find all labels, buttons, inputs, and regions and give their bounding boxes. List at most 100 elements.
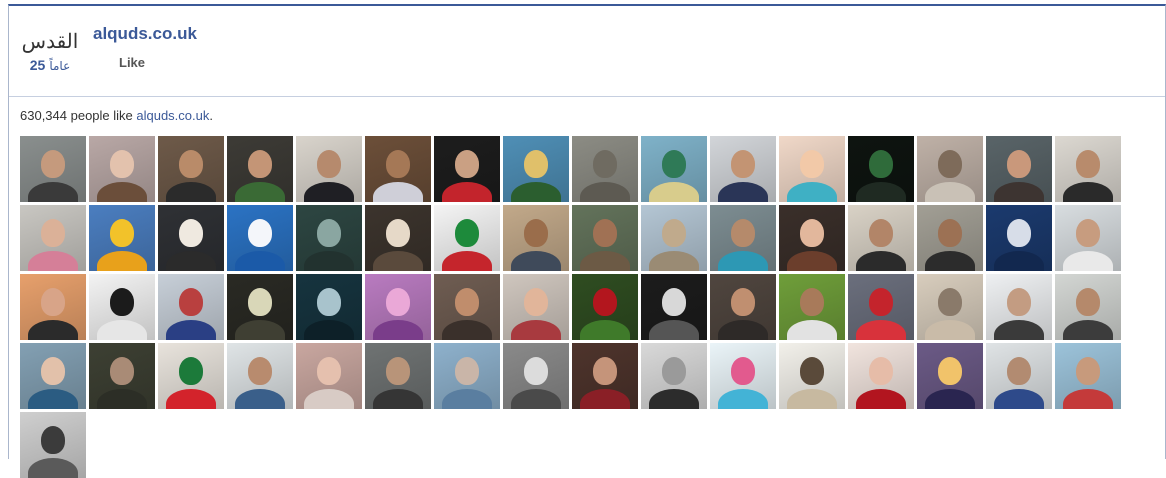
avatar-figure-head [731,219,755,247]
fan-avatar[interactable] [1055,205,1121,271]
fan-avatar[interactable] [296,343,362,409]
avatar-figure-head [248,357,272,385]
fan-avatar[interactable] [227,343,293,409]
fan-avatar[interactable] [434,343,500,409]
fan-avatar[interactable] [917,343,983,409]
like-box-widget: القدس 25 عاماً alquds.co.uk Like 630,344 … [8,4,1166,478]
fan-avatar[interactable] [986,136,1052,202]
fan-avatar[interactable] [710,343,776,409]
fan-avatar[interactable] [434,205,500,271]
avatar-figure-head [455,288,479,316]
fan-avatar[interactable] [779,343,845,409]
avatar-figure-head [317,150,341,178]
fan-avatar[interactable] [227,205,293,271]
fan-avatar[interactable] [158,205,224,271]
fan-avatar[interactable] [572,343,638,409]
fan-avatar[interactable] [20,412,86,478]
avatar-figure-head [869,288,893,316]
fan-avatar[interactable] [20,205,86,271]
avatar-figure-head [455,219,479,247]
avatar-figure-head [938,219,962,247]
fan-avatar[interactable] [296,136,362,202]
fan-avatar[interactable] [89,136,155,202]
avatar-figure-head [1007,219,1031,247]
fan-avatar[interactable] [158,136,224,202]
fan-avatar[interactable] [503,343,569,409]
fan-avatar[interactable] [1055,343,1121,409]
fan-avatar[interactable] [365,274,431,340]
fan-avatar[interactable] [1055,274,1121,340]
fan-avatar[interactable] [848,343,914,409]
fan-avatar[interactable] [779,136,845,202]
fan-avatar[interactable] [434,274,500,340]
fan-avatar[interactable] [779,205,845,271]
fan-avatar[interactable] [986,343,1052,409]
avatar-figure-head [800,150,824,178]
fan-avatar[interactable] [503,205,569,271]
avatar-figure-head [41,357,65,385]
fan-avatar[interactable] [158,343,224,409]
logo-word: عاماً [49,59,71,73]
fan-avatar[interactable] [917,205,983,271]
fan-avatar[interactable] [1055,136,1121,202]
avatar-figure-head [179,288,203,316]
fan-avatar[interactable] [641,136,707,202]
fan-avatar[interactable] [365,343,431,409]
like-button[interactable]: Like [119,55,145,70]
avatar-figure-head [731,150,755,178]
avatar-figure-head [593,219,617,247]
fan-avatar[interactable] [572,205,638,271]
avatar-figure-head [869,219,893,247]
fan-avatar[interactable] [296,274,362,340]
avatar-figure-head [662,219,686,247]
fan-avatar[interactable] [848,136,914,202]
avatar-figure-head [110,288,134,316]
fan-avatar[interactable] [917,136,983,202]
fan-avatar[interactable] [503,274,569,340]
fan-avatar[interactable] [641,343,707,409]
avatar-figure-head [179,219,203,247]
fan-avatar[interactable] [227,274,293,340]
fan-avatar[interactable] [848,205,914,271]
fan-avatar[interactable] [20,274,86,340]
fan-avatar[interactable] [296,205,362,271]
fan-avatar[interactable] [89,205,155,271]
fan-avatar[interactable] [641,274,707,340]
fan-avatar[interactable] [158,274,224,340]
avatar-figure-head [179,150,203,178]
fan-avatar[interactable] [710,274,776,340]
fan-avatar[interactable] [503,136,569,202]
avatar-figure-head [662,357,686,385]
fan-avatar[interactable] [20,136,86,202]
page-logo[interactable]: القدس 25 عاماً [21,28,80,80]
avatar-figure-head [41,219,65,247]
avatar-figure-head [386,219,410,247]
fan-avatar[interactable] [986,205,1052,271]
like-count-line: 630,344 people like alquds.co.uk. [20,108,213,123]
fan-avatar[interactable] [779,274,845,340]
fan-avatar[interactable] [365,205,431,271]
avatar-figure-head [731,288,755,316]
fan-avatar[interactable] [710,205,776,271]
fan-avatar[interactable] [365,136,431,202]
avatar-figure-head [110,150,134,178]
fan-avatar[interactable] [572,136,638,202]
fan-avatar[interactable] [710,136,776,202]
fan-avatar[interactable] [641,205,707,271]
fan-avatar[interactable] [89,274,155,340]
fan-avatar[interactable] [848,274,914,340]
avatar-figure-head [110,357,134,385]
fan-avatar[interactable] [986,274,1052,340]
page-name-link[interactable]: alquds.co.uk [93,24,197,44]
fan-avatar[interactable] [572,274,638,340]
like-count-page-link[interactable]: alquds.co.uk [136,108,209,123]
like-box-header: القدس 25 عاماً alquds.co.uk Like [9,6,1165,97]
fan-avatar[interactable] [434,136,500,202]
fan-avatar[interactable] [89,343,155,409]
avatar-figure-head [869,357,893,385]
avatar-figure-head [662,288,686,316]
fan-avatar[interactable] [20,343,86,409]
like-count-suffix: . [209,108,213,123]
fan-avatar[interactable] [917,274,983,340]
fan-avatar[interactable] [227,136,293,202]
